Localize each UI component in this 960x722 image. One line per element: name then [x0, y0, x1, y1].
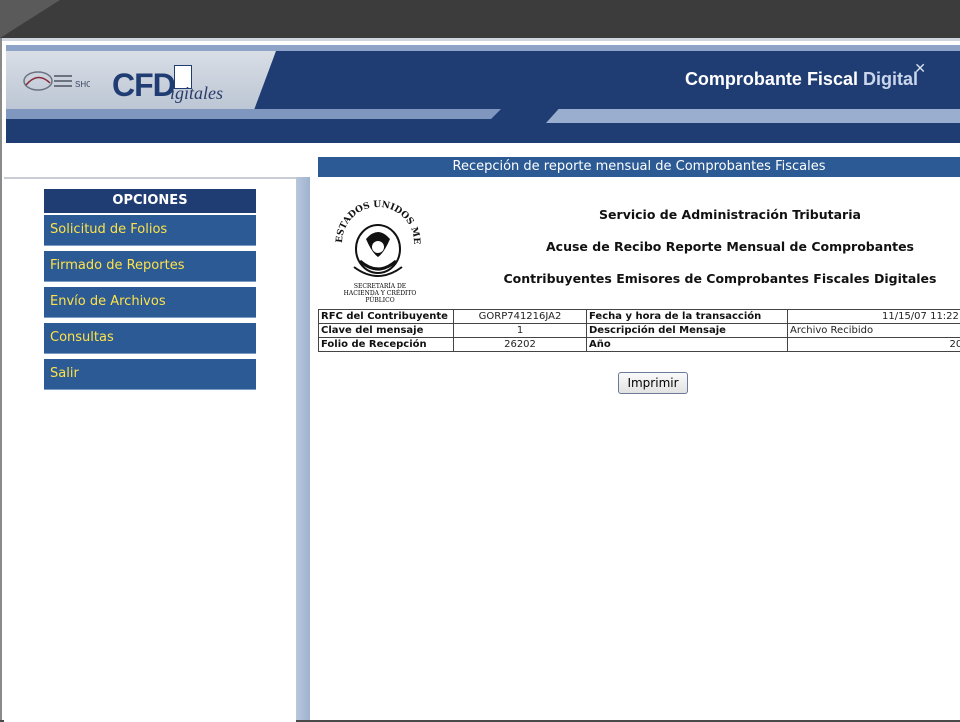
app-title: Comprobante Fiscal Digital [685, 69, 918, 90]
main-content: Recepción de reporte mensual de Comproba… [318, 157, 960, 394]
shcp-logo-text: SHCP [75, 80, 90, 89]
table-row: Clave del mensaje 1 Descripción del Mens… [319, 324, 960, 338]
table-label: RFC del Contribuyente [319, 310, 454, 324]
header-banner: SHCP CFD igitales Comprobante Fiscal Dig… [6, 45, 960, 143]
table-label: Folio de Recepción [319, 338, 454, 352]
table-value: Archivo Recibido [788, 324, 960, 338]
banner-right-band [546, 109, 960, 123]
seal-caption-line-2: HACIENDA Y CRÉDITO PÚBLICO [330, 290, 430, 304]
menu-item-solicitud-folios[interactable]: Solicitud de Folios [44, 215, 256, 246]
table-value: 11/15/07 11:22:53 [788, 310, 960, 324]
heading-contribuyentes: Contribuyentes Emisores de Comprobantes … [500, 271, 940, 286]
table-row: Folio de Recepción 26202 Año 2007 [319, 338, 960, 352]
heading-acuse: Acuse de Recibo Reporte Mensual de Compr… [520, 239, 940, 254]
table-label: Fecha y hora de la transacción [587, 310, 788, 324]
banner-light-band [6, 109, 501, 119]
menu-item-salir[interactable]: Salir [44, 359, 256, 390]
sidebar: OPCIONES Solicitud de Folios Firmado de … [4, 177, 296, 722]
banner-top-stripe [6, 45, 960, 51]
national-seal-icon: ESTADOS UNIDOS MEXICANOS [332, 197, 424, 297]
cfd-logo-sub: igitales [170, 83, 223, 104]
app-title-accent: Digital [863, 69, 918, 89]
menu-item-consultas[interactable]: Consultas [44, 323, 256, 354]
seal-caption-line-1: SECRETARÍA DE [330, 283, 430, 290]
cfd-logo-text: CFD [112, 67, 175, 103]
app-title-main: Comprobante Fiscal [685, 69, 858, 89]
menu-item-envio-archivos[interactable]: Envío de Archivos [44, 287, 256, 318]
table-row: RFC del Contribuyente GORP741216JA2 Fech… [319, 310, 960, 324]
table-value: 1 [454, 324, 587, 338]
sparkle-icon: ✕ [914, 61, 926, 77]
table-value: GORP741216JA2 [454, 310, 587, 324]
vertical-divider [296, 177, 310, 720]
shcp-logo: SHCP [20, 67, 90, 99]
table-label: Año [587, 338, 788, 352]
seal-caption: SECRETARÍA DE HACIENDA Y CRÉDITO PÚBLICO [330, 283, 430, 304]
heading-sat: Servicio de Administración Tributaria [520, 207, 940, 222]
menu-header: OPCIONES [44, 189, 256, 213]
table-value: 26202 [454, 338, 587, 352]
receipt-header: ESTADOS UNIDOS MEXICANOS SECRETARÍA DE H… [318, 197, 960, 307]
table-value: 2007 [788, 338, 960, 352]
print-area: Imprimir [318, 372, 960, 394]
table-label: Descripción del Mensaje [587, 324, 788, 338]
receipt-table: RFC del Contribuyente GORP741216JA2 Fech… [318, 309, 960, 352]
content-title: Recepción de reporte mensual de Comproba… [318, 157, 960, 177]
options-menu: OPCIONES Solicitud de Folios Firmado de … [44, 189, 256, 395]
print-button[interactable]: Imprimir [618, 372, 687, 394]
menu-item-firmado-reportes[interactable]: Firmado de Reportes [44, 251, 256, 282]
table-label: Clave del mensaje [319, 324, 454, 338]
top-strip-wedge [0, 0, 60, 38]
top-strip [0, 0, 960, 38]
